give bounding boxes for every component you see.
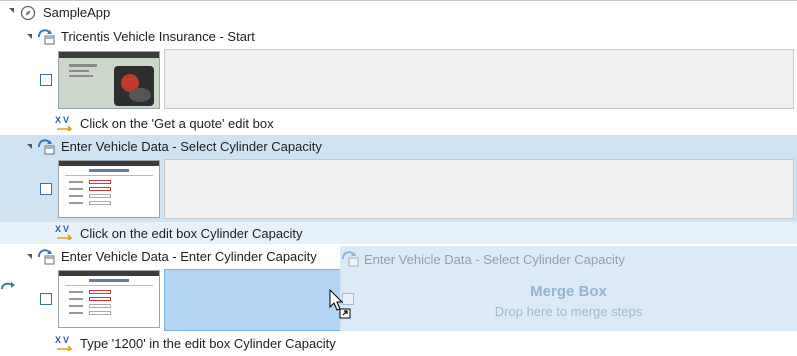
action-row-1[interactable]: X V Click on the 'Get a quote' edit box xyxy=(0,113,797,133)
drag-ghost-title: Enter Vehicle Data - Select Cylinder Cap… xyxy=(364,252,625,267)
action-label: Click on the 'Get a quote' edit box xyxy=(80,116,274,131)
tree-root-row[interactable]: SampleApp xyxy=(0,2,797,24)
screen-step-icon xyxy=(36,138,56,156)
action-row-3[interactable]: X V Type '1200' in the edit box Cylinder… xyxy=(0,333,797,355)
screen-step-icon xyxy=(36,28,56,46)
drop-target-box[interactable] xyxy=(164,269,342,331)
step-checkbox[interactable] xyxy=(40,293,52,305)
step-header-1[interactable]: Tricentis Vehicle Insurance - Start xyxy=(0,26,797,48)
collapse-arrow-icon[interactable] xyxy=(27,34,32,39)
step-checkbox[interactable] xyxy=(40,183,52,195)
action-label: Click on the edit box Cylinder Capacity xyxy=(80,226,303,241)
step-title: Enter Vehicle Data - Select Cylinder Cap… xyxy=(61,139,322,154)
svg-text:X: X xyxy=(55,335,61,345)
svg-text:X: X xyxy=(55,115,61,125)
action-label: Type '1200' in the edit box Cylinder Cap… xyxy=(80,336,336,351)
collapse-arrow-icon[interactable] xyxy=(27,254,32,259)
screen-step-icon xyxy=(36,248,56,266)
step-title: Tricentis Vehicle Insurance - Start xyxy=(61,29,255,44)
action-row-2[interactable]: X V Click on the edit box Cylinder Capac… xyxy=(0,222,797,244)
xv-action-icon: X V xyxy=(55,224,75,241)
screen-step-icon xyxy=(340,250,360,268)
merge-box-panel[interactable]: Enter Vehicle Data - Select Cylinder Cap… xyxy=(340,246,797,331)
top-border xyxy=(0,0,797,1)
svg-text:V: V xyxy=(63,115,69,125)
compass-icon xyxy=(20,5,36,21)
step-details-box[interactable] xyxy=(164,49,794,109)
step-checkbox[interactable] xyxy=(40,74,52,86)
root-label: SampleApp xyxy=(43,5,111,20)
xv-action-icon: X V xyxy=(55,115,75,132)
xv-action-icon: X V xyxy=(55,335,75,352)
collapse-arrow-icon[interactable] xyxy=(9,8,14,13)
svg-text:X: X xyxy=(55,224,61,234)
step-title: Enter Vehicle Data - Enter Cylinder Capa… xyxy=(61,249,317,264)
drop-indicator-arrow-icon xyxy=(0,280,16,294)
svg-text:V: V xyxy=(63,335,69,345)
step-header-2[interactable]: Enter Vehicle Data - Select Cylinder Cap… xyxy=(0,136,797,158)
merge-box-hint: Drop here to merge steps xyxy=(494,304,643,319)
cursor-icon xyxy=(329,288,353,319)
merge-box-title: Merge Box xyxy=(530,283,607,300)
screenshot-thumbnail[interactable] xyxy=(58,51,160,109)
step-details-box[interactable] xyxy=(164,159,794,219)
screenshot-thumbnail[interactable] xyxy=(58,160,160,218)
svg-text:V: V xyxy=(63,224,69,234)
collapse-arrow-icon[interactable] xyxy=(27,144,32,149)
screenshot-thumbnail[interactable] xyxy=(58,270,160,328)
